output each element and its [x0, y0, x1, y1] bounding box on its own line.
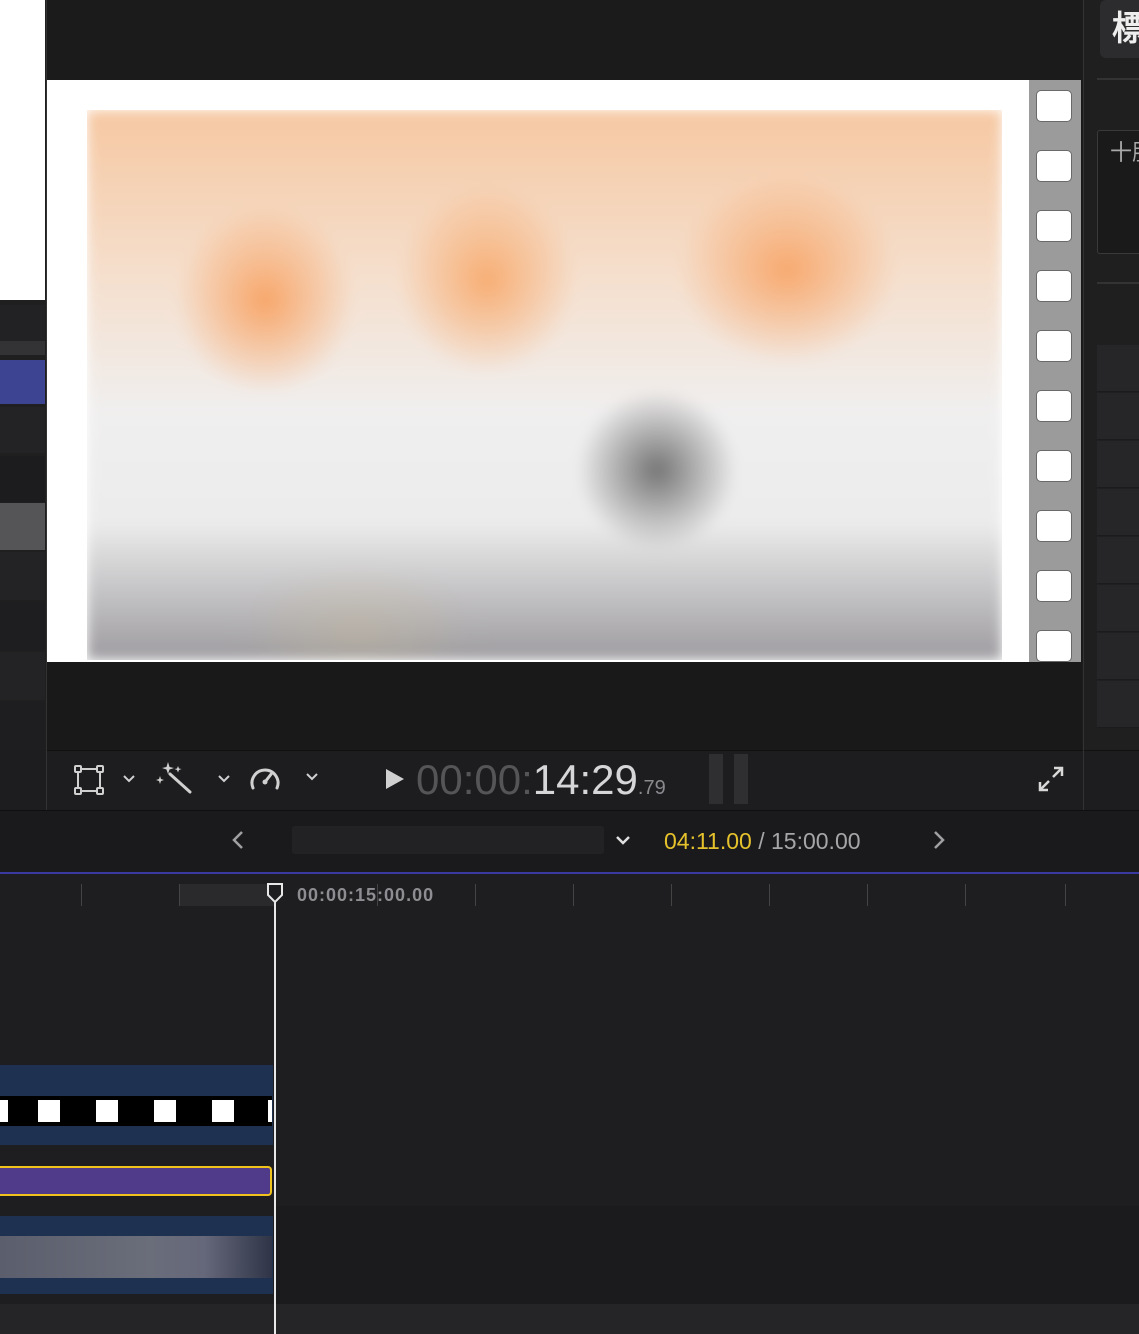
- checker-square: [268, 1100, 272, 1122]
- filmstrip-hole: [1036, 270, 1072, 302]
- timeline-position: 04:11.00 / 15:00.00: [664, 828, 861, 855]
- browser-row[interactable]: [0, 305, 45, 341]
- timeline-back-chevron-left-icon[interactable]: [228, 826, 248, 854]
- video-preview-image: [87, 110, 1002, 660]
- browser-row[interactable]: [0, 702, 45, 750]
- checker-square: [154, 1100, 176, 1122]
- ruler-tick: [81, 884, 82, 906]
- timecode-subframes: .79: [637, 777, 666, 799]
- browser-row[interactable]: [0, 407, 45, 453]
- browser-thumbnail[interactable]: [0, 0, 45, 300]
- play-button[interactable]: [383, 764, 407, 794]
- filmstrip-hole: [1036, 330, 1072, 362]
- checker-square: [96, 1100, 118, 1122]
- inspector-row[interactable]: [1097, 345, 1139, 392]
- checker-square: [0, 1100, 8, 1122]
- browser-row[interactable]: [0, 552, 45, 600]
- timeline-forward-chevron-right-icon[interactable]: [929, 826, 949, 854]
- checker-square: [38, 1100, 60, 1122]
- filmstrip-effect-clip[interactable]: [0, 1096, 272, 1126]
- ruler-tick: [867, 884, 868, 906]
- timeline-separator: /: [751, 828, 771, 854]
- audio-meter-right: [734, 754, 748, 804]
- filmstrip-hole: [1036, 150, 1072, 182]
- inspector-row[interactable]: [1097, 681, 1139, 728]
- inspector-row[interactable]: [1097, 537, 1139, 584]
- inspector-row[interactable]: [1097, 393, 1139, 440]
- ruler-tick: [475, 884, 476, 906]
- ruler-time-label: 00:00:15:00.00: [297, 885, 435, 905]
- filmstrip-overlay: [1029, 80, 1081, 662]
- audio-meter-left: [709, 754, 723, 804]
- browser-divider: [0, 341, 45, 355]
- browser-row[interactable]: [0, 602, 45, 650]
- ruler-tick: [671, 884, 672, 906]
- filmstrip-hole: [1036, 570, 1072, 602]
- fullscreen-expand-icon[interactable]: [1036, 764, 1066, 794]
- ruler-tick: [573, 884, 574, 906]
- timecode-hours-minutes: 00:00:: [416, 756, 533, 803]
- ruler-tick: [769, 884, 770, 906]
- title-clip-selected[interactable]: [0, 1166, 272, 1196]
- ruler-tick: [965, 884, 966, 906]
- inspector-row[interactable]: [1097, 633, 1139, 680]
- transform-menu-chevron-down-icon[interactable]: [120, 770, 138, 788]
- timeline-current-time: 04:11.00: [664, 828, 752, 854]
- filmstrip-hole: [1036, 630, 1072, 662]
- inspector-title: 標: [1100, 0, 1139, 58]
- enhance-menu-chevron-down-icon[interactable]: [215, 770, 233, 788]
- viewer-timecode[interactable]: 00:00:14:29.79: [416, 756, 666, 806]
- ruler-tick: [179, 884, 180, 906]
- ruler-tick: [1065, 884, 1066, 906]
- browser-row[interactable]: [0, 456, 45, 502]
- speedometer-icon[interactable]: [247, 762, 283, 796]
- inspector-row[interactable]: [1097, 489, 1139, 536]
- timeline-total-duration: 15:00.00: [771, 828, 861, 854]
- filmstrip-hole: [1036, 450, 1072, 482]
- browser-row-highlight[interactable]: [0, 503, 45, 550]
- browser-row-selected[interactable]: [0, 360, 45, 404]
- playhead-line[interactable]: [274, 896, 276, 1334]
- video-preview[interactable]: [87, 110, 1002, 660]
- filmstrip-hole: [1036, 390, 1072, 422]
- video-clip-thumbnail: [0, 1236, 272, 1278]
- browser-row[interactable]: [0, 652, 45, 700]
- inspector-divider: [1097, 78, 1139, 80]
- filmstrip-hole: [1036, 510, 1072, 542]
- inspector-row[interactable]: [1097, 441, 1139, 488]
- checker-square: [212, 1100, 234, 1122]
- timecode-seconds-frames: 14:29: [532, 756, 638, 803]
- viewer-top-bar: [47, 0, 1082, 80]
- timeline-bottom-lane: [0, 1304, 1139, 1334]
- project-name-field[interactable]: [292, 826, 604, 854]
- retime-menu-chevron-down-icon[interactable]: [303, 768, 321, 786]
- toolbar-right-gutter: [1083, 750, 1139, 810]
- ruler-range-highlight: [179, 884, 275, 906]
- transform-crop-icon[interactable]: [73, 764, 105, 796]
- timeline-ruler[interactable]: [0, 874, 1139, 914]
- inspector-text-box[interactable]: 十肝: [1097, 130, 1139, 254]
- filmstrip-hole: [1036, 210, 1072, 242]
- filmstrip-hole: [1036, 90, 1072, 122]
- project-menu-chevron-down-icon[interactable]: [613, 830, 633, 850]
- toolbar-left-gutter: [0, 750, 47, 810]
- inspector-row[interactable]: [1097, 585, 1139, 632]
- playhead-handle[interactable]: [266, 883, 284, 904]
- magic-wand-icon[interactable]: [156, 760, 194, 796]
- timeline-empty-area: [275, 1206, 1139, 1304]
- inspector-divider: [1097, 282, 1139, 284]
